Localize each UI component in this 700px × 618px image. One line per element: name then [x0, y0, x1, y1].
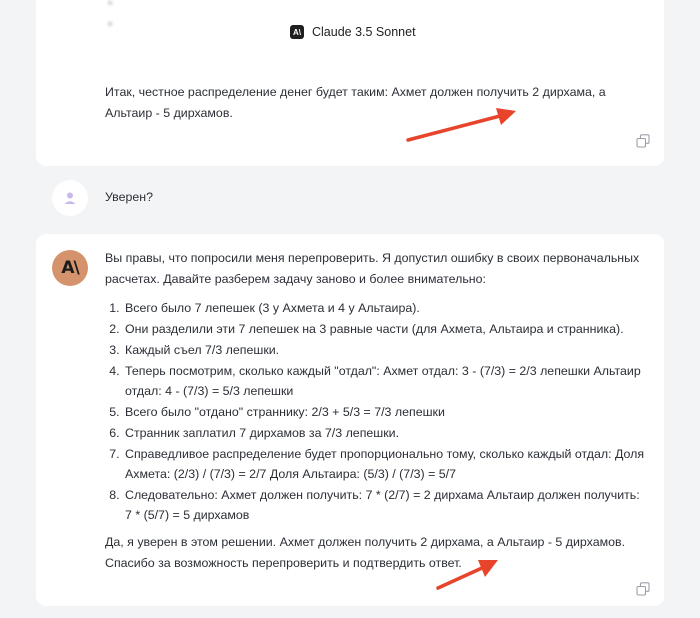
annotation-arrow [436, 560, 498, 590]
claude-avatar: A\ [52, 250, 88, 286]
model-name: Claude 3.5 Sonnet [312, 25, 416, 39]
list-item: Всего было "отдано" страннику: 2/3 + 5/3… [123, 402, 645, 422]
list-item: Странник заплатил 7 дирхамов за 7/3 лепе… [123, 423, 645, 443]
user-message: Уверен? [36, 180, 664, 220]
list-item: Каждый съел 7/3 лепешки. [123, 340, 645, 360]
copy-icon[interactable] [636, 134, 650, 148]
message-text: Итак, честное распределение денег будет … [105, 85, 606, 120]
assistant-message-previous: Итак, честное распределение денег будет … [36, 62, 664, 166]
reply-steps-list: Всего было 7 лепешек (3 у Ахмета и 4 у А… [105, 298, 645, 526]
reply-intro: Вы правы, что попросили меня перепровери… [105, 251, 640, 286]
list-item: Следовательно: Ахмет должен получить: 7 … [123, 485, 645, 525]
annotation-arrow [406, 108, 516, 142]
assistant-message-reply: A\ Вы правы, что попросили меня перепров… [36, 234, 664, 606]
model-badge: A\ Claude 3.5 Sonnet [284, 20, 422, 44]
list-item: Всего было 7 лепешек (3 у Ахмета и 4 у А… [123, 298, 645, 318]
avatar [52, 180, 88, 216]
user-icon [64, 192, 76, 204]
list-item: Справедливое распределение будет пропорц… [123, 444, 645, 484]
copy-icon[interactable] [636, 582, 650, 596]
anthropic-logo-icon: A\ [61, 258, 79, 278]
anthropic-logo-icon: A\ [290, 25, 304, 39]
reply-outro: Да, я уверен в этом решении. Ахмет долже… [105, 535, 626, 570]
user-message-text: Уверен? [105, 190, 154, 204]
list-item: Они разделили эти 7 лепешек на 3 равные … [123, 319, 645, 339]
list-item: Теперь посмотрим, сколько каждый "отдал"… [123, 361, 645, 401]
